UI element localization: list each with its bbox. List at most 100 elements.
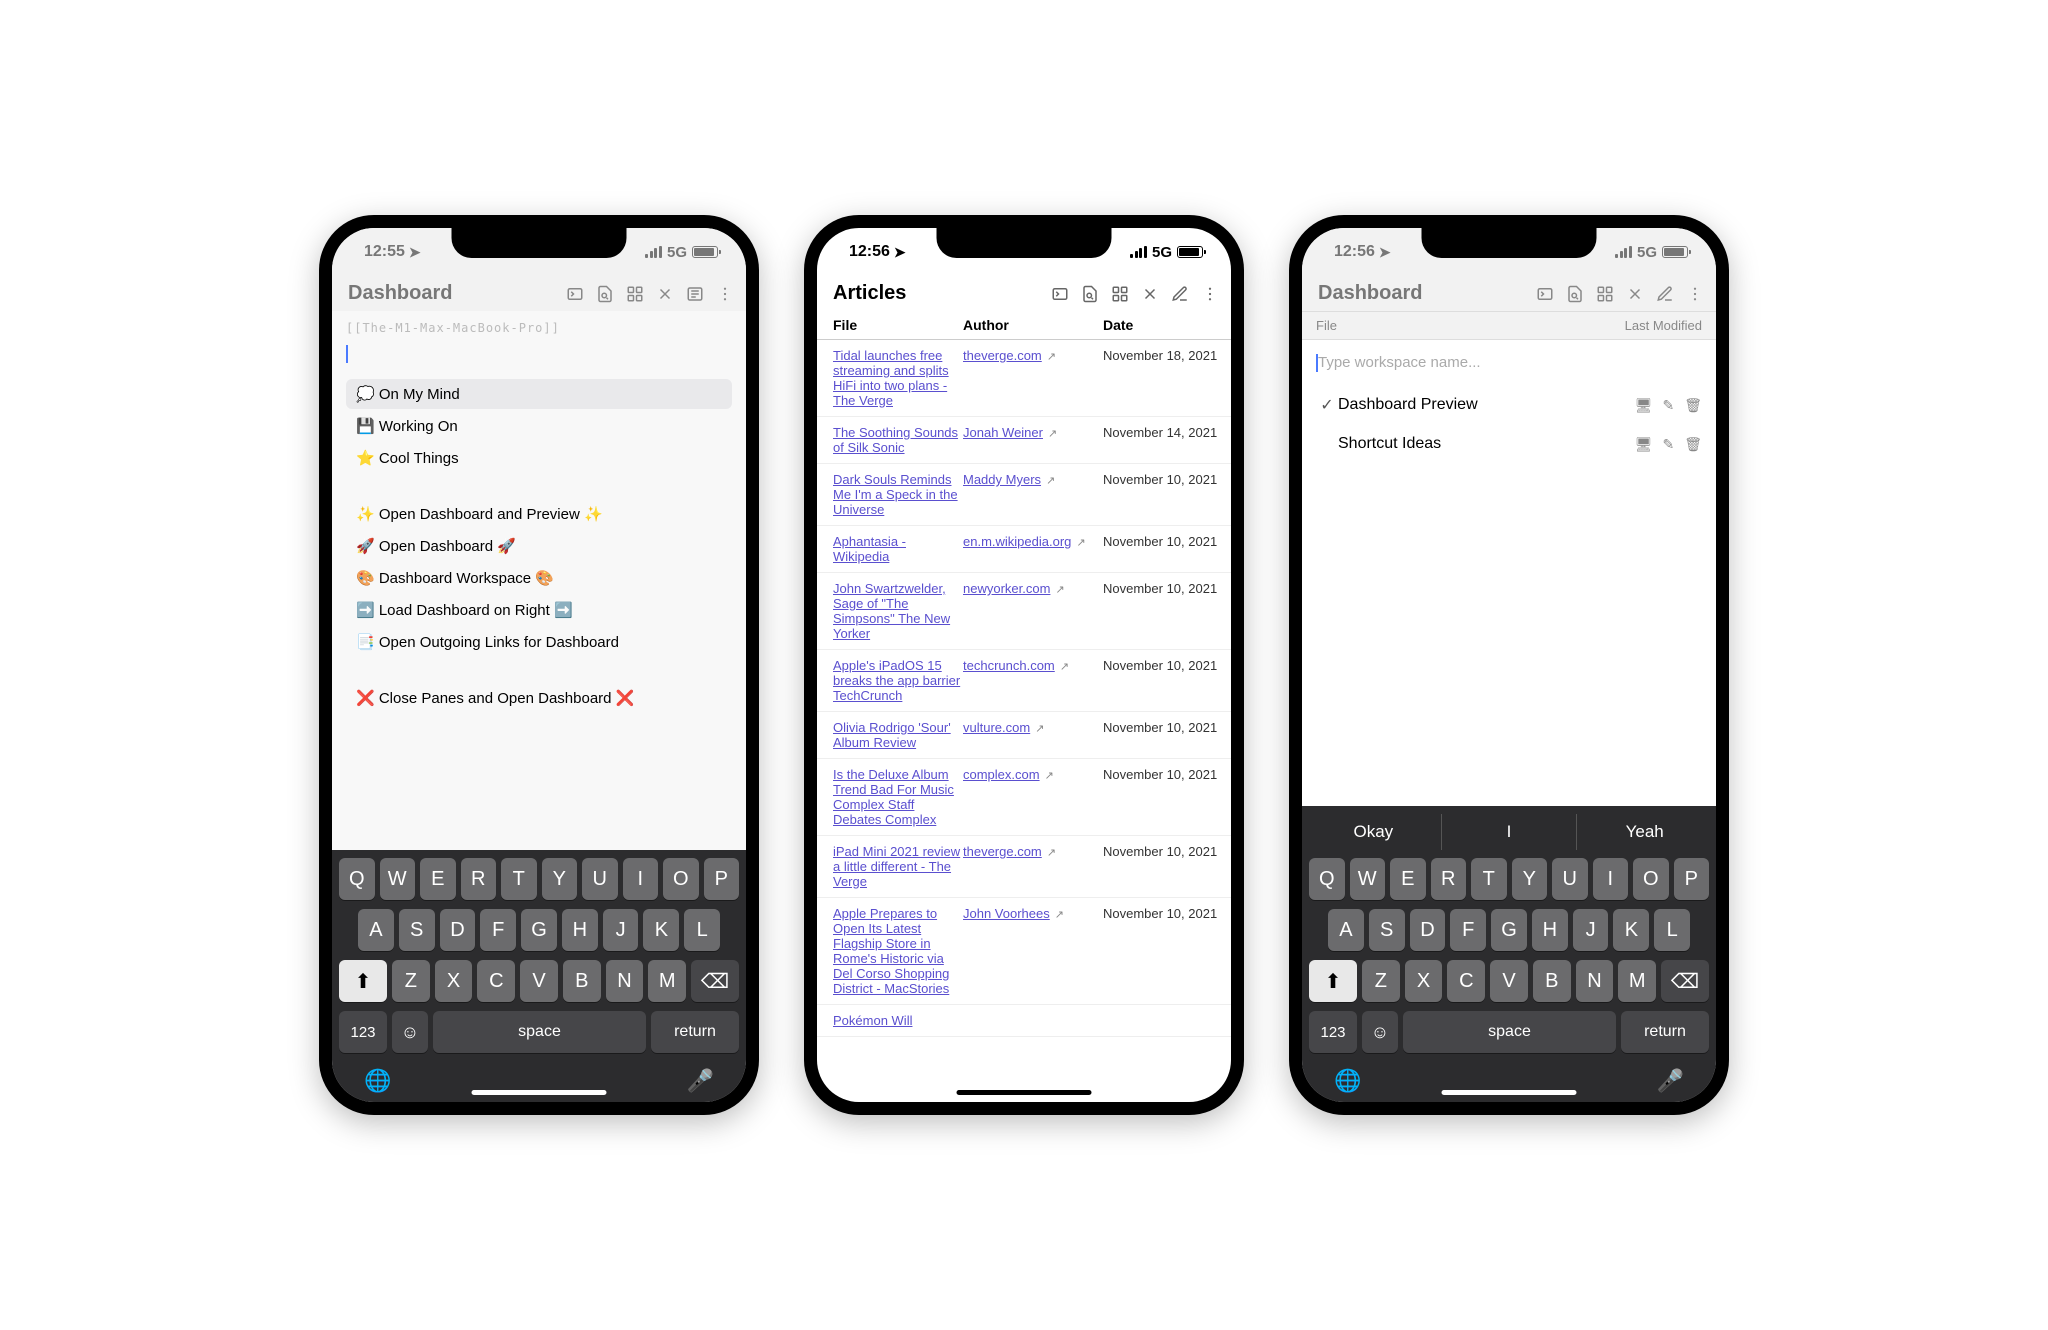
menu-item[interactable]: ➡️ Load Dashboard on Right ➡️ <box>346 595 732 625</box>
file-link[interactable]: Apple Prepares to Open Its Latest Flagsh… <box>833 906 949 996</box>
table-row[interactable]: Pokémon Will <box>817 1005 1231 1037</box>
key-m[interactable]: M <box>1618 960 1656 1002</box>
edit-icon[interactable]: ✎ <box>1662 397 1674 414</box>
key-l[interactable]: L <box>1654 909 1690 951</box>
key-h[interactable]: H <box>562 909 598 951</box>
menu-item[interactable]: ⭐ Cool Things <box>346 443 732 473</box>
file-link[interactable]: iPad Mini 2021 review a little different… <box>833 844 960 889</box>
key-r[interactable]: R <box>1431 858 1467 900</box>
monitor-icon[interactable]: 🖥 <box>1635 436 1653 453</box>
key-b[interactable]: B <box>1533 960 1571 1002</box>
key-d[interactable]: D <box>440 909 476 951</box>
edit-icon[interactable]: ✎ <box>1662 436 1674 453</box>
key-q[interactable]: Q <box>339 858 375 900</box>
space-key[interactable]: space <box>433 1011 646 1053</box>
key-u[interactable]: U <box>582 858 618 900</box>
table-row[interactable]: The Soothing Sounds of Silk Sonic Jonah W… <box>817 417 1231 464</box>
key-v[interactable]: V <box>1490 960 1528 1002</box>
menu-item[interactable]: 📑 Open Outgoing Links for Dashboard <box>346 627 732 657</box>
home-indicator[interactable] <box>472 1090 607 1095</box>
key-b[interactable]: B <box>563 960 601 1002</box>
key-i[interactable]: I <box>1593 858 1629 900</box>
author-link[interactable]: Jonah Weiner <box>963 425 1043 440</box>
key-d[interactable]: D <box>1410 909 1446 951</box>
monitor-icon[interactable]: 🖥 <box>1635 397 1653 414</box>
trash-icon[interactable]: 🗑 <box>1684 397 1702 414</box>
file-link[interactable]: Pokémon Will <box>833 1013 912 1028</box>
close-icon[interactable] <box>1626 285 1644 303</box>
menu-item[interactable]: ✨ Open Dashboard and Preview ✨ <box>346 499 732 529</box>
file-link[interactable]: The Soothing Sounds of Silk Sonic <box>833 425 958 455</box>
key-g[interactable]: G <box>1491 909 1527 951</box>
table-row[interactable]: Tidal launches free streaming and splits… <box>817 340 1231 417</box>
menu-item[interactable]: 🚀 Open Dashboard 🚀 <box>346 531 732 561</box>
key-c[interactable]: C <box>477 960 515 1002</box>
graph-icon[interactable] <box>1596 285 1614 303</box>
file-link[interactable]: Dark Souls Reminds Me I'm a Speck in the… <box>833 472 958 517</box>
table-row[interactable]: Apple's iPadOS 15 breaks the app barrier… <box>817 650 1231 712</box>
menu-item[interactable]: ❌ Close Panes and Open Dashboard ❌ <box>346 683 732 713</box>
key-y[interactable]: Y <box>542 858 578 900</box>
key-m[interactable]: M <box>648 960 686 1002</box>
file-link[interactable]: Apple's iPadOS 15 breaks the app barrier… <box>833 658 960 703</box>
key-e[interactable]: E <box>1390 858 1426 900</box>
graph-icon[interactable] <box>626 285 644 303</box>
shift-key[interactable]: ⬆ <box>339 960 387 1002</box>
key-c[interactable]: C <box>1447 960 1485 1002</box>
command-palette-icon[interactable] <box>1536 285 1554 303</box>
key-a[interactable]: A <box>358 909 394 951</box>
edit-icon[interactable] <box>1656 285 1674 303</box>
author-link[interactable]: John Voorhees <box>963 906 1050 921</box>
key-x[interactable]: X <box>435 960 473 1002</box>
key-i[interactable]: I <box>623 858 659 900</box>
key-n[interactable]: N <box>606 960 644 1002</box>
graph-icon[interactable] <box>1111 285 1129 303</box>
key-y[interactable]: Y <box>1512 858 1548 900</box>
home-indicator[interactable] <box>1442 1090 1577 1095</box>
numbers-key[interactable]: 123 <box>339 1011 387 1053</box>
key-u[interactable]: U <box>1552 858 1588 900</box>
author-link[interactable]: techcrunch.com <box>963 658 1055 673</box>
quick-switcher-icon[interactable] <box>1566 285 1584 303</box>
table-body[interactable]: Tidal launches free streaming and splits… <box>817 340 1231 1102</box>
workspace-row[interactable]: ✓Dashboard Preview🖥✎🗑 <box>1302 385 1716 425</box>
globe-icon[interactable]: 🌐 <box>1334 1068 1361 1094</box>
key-z[interactable]: Z <box>1362 960 1400 1002</box>
quick-switcher-icon[interactable] <box>1081 285 1099 303</box>
key-w[interactable]: W <box>380 858 416 900</box>
key-k[interactable]: K <box>1613 909 1649 951</box>
close-icon[interactable] <box>1141 285 1159 303</box>
key-f[interactable]: F <box>480 909 516 951</box>
table-row[interactable]: John Swartzwelder, Sage of "The Simpsons… <box>817 573 1231 650</box>
key-p[interactable]: P <box>1674 858 1710 900</box>
author-link[interactable]: complex.com <box>963 767 1040 782</box>
author-link[interactable]: theverge.com <box>963 348 1042 363</box>
file-link[interactable]: John Swartzwelder, Sage of "The Simpsons… <box>833 581 950 641</box>
home-indicator[interactable] <box>957 1090 1092 1095</box>
key-o[interactable]: O <box>1633 858 1669 900</box>
key-p[interactable]: P <box>704 858 740 900</box>
return-key[interactable]: return <box>1621 1011 1709 1053</box>
key-t[interactable]: T <box>501 858 537 900</box>
key-l[interactable]: L <box>684 909 720 951</box>
space-key[interactable]: space <box>1403 1011 1616 1053</box>
menu-item[interactable]: 🎨 Dashboard Workspace 🎨 <box>346 563 732 593</box>
quick-switcher-icon[interactable] <box>596 285 614 303</box>
author-link[interactable]: en.m.wikipedia.org <box>963 534 1071 549</box>
key-w[interactable]: W <box>1350 858 1386 900</box>
mic-icon[interactable]: 🎤 <box>687 1068 714 1094</box>
key-x[interactable]: X <box>1405 960 1443 1002</box>
shift-key[interactable]: ⬆ <box>1309 960 1357 1002</box>
mic-icon[interactable]: 🎤 <box>1657 1068 1684 1094</box>
reading-icon[interactable] <box>686 285 704 303</box>
command-palette-icon[interactable] <box>1051 285 1069 303</box>
key-f[interactable]: F <box>1450 909 1486 951</box>
command-palette-icon[interactable] <box>566 285 584 303</box>
key-v[interactable]: V <box>520 960 558 1002</box>
close-icon[interactable] <box>656 285 674 303</box>
key-n[interactable]: N <box>1576 960 1614 1002</box>
key-j[interactable]: J <box>1573 909 1609 951</box>
key-q[interactable]: Q <box>1309 858 1345 900</box>
key-o[interactable]: O <box>663 858 699 900</box>
menu-item[interactable]: 💾 Working On <box>346 411 732 441</box>
